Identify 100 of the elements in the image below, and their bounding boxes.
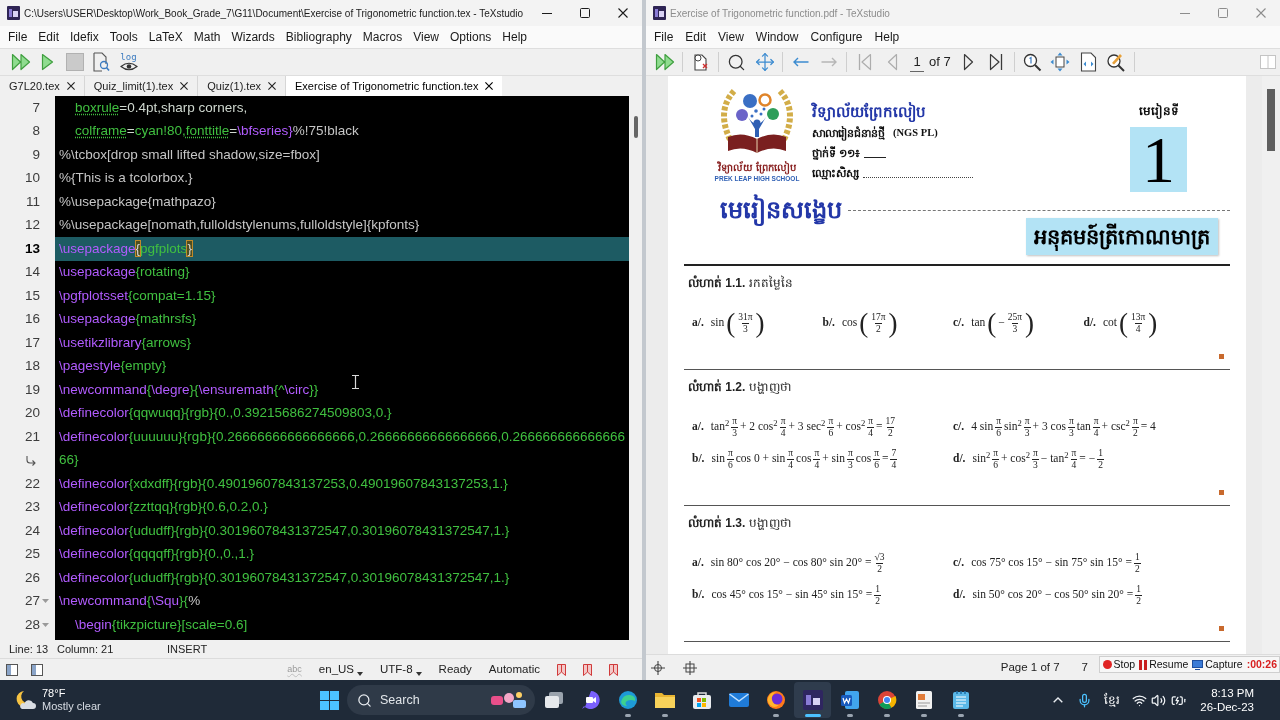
code-line: \begin{tikzpicture}[scale=0.6]	[75, 615, 248, 634]
item-label: c/.	[953, 555, 965, 571]
clock-date[interactable]: 26-Dec-23	[1200, 700, 1254, 714]
code-line: \usepackage{mathrsfs}	[59, 310, 197, 329]
file-tab[interactable]: Exercise of Trigonometric function.tex	[286, 76, 503, 96]
menu-item[interactable]: View	[413, 28, 439, 46]
status-dropdown[interactable]: UTF-8	[380, 660, 422, 679]
menu-item[interactable]: Math	[193, 28, 221, 46]
chevron-up-icon[interactable]	[1053, 697, 1064, 703]
skip-back-icon	[857, 53, 872, 71]
app-icon	[653, 6, 666, 20]
clock-time[interactable]: 8:13 PM	[1211, 686, 1254, 700]
line-number: 17	[24, 333, 40, 352]
menu-item[interactable]: Macros	[362, 28, 403, 46]
lesson-label: មេរៀនទី	[1138, 102, 1179, 121]
speaker-icon[interactable]	[1151, 692, 1167, 708]
bookmark-icon[interactable]	[609, 663, 618, 676]
arrow-left-icon	[792, 57, 809, 67]
line-number: 15	[24, 286, 40, 305]
menu-item[interactable]: File	[654, 28, 674, 46]
capture-recording-button[interactable]: Capture	[1192, 656, 1243, 673]
arrow-right-icon	[820, 57, 837, 67]
menu-item[interactable]: Edit	[685, 28, 707, 46]
menu-item[interactable]: LaTeX	[148, 28, 183, 46]
exercise-heading: លំហាត់ 1.3. បង្ហាញថា	[687, 515, 793, 531]
panel-toggle-icon[interactable]	[6, 663, 18, 676]
menu-item[interactable]: Idefix	[70, 28, 99, 46]
school-name: វិទ្យាល័យព្រែកលៀប	[812, 101, 927, 123]
page-field[interactable]: 1	[910, 51, 924, 73]
cursor-column-label: Column: 21	[57, 641, 115, 657]
monitor-icon	[1192, 659, 1204, 670]
exercise-heading: លំហាត់ 1.2. បង្ហាញថា	[687, 379, 793, 395]
line-number: 27	[24, 592, 40, 611]
menu-item[interactable]: View	[718, 28, 744, 46]
crosshair-icon[interactable]	[650, 659, 666, 676]
close-icon	[268, 82, 277, 90]
item-label: a/.	[692, 419, 704, 435]
log-button[interactable]: log	[116, 50, 141, 74]
menu-item[interactable]: Window	[755, 28, 799, 46]
menu-item[interactable]: Options	[450, 28, 492, 46]
menu-item[interactable]: File	[8, 28, 28, 46]
envelope-icon	[727, 692, 750, 708]
code-line: %{This is a tcolorbox.}	[59, 169, 193, 188]
code-line: \definecolor{qqqqff}{rgb}{0.,0.,1.}	[59, 545, 254, 564]
line-number: 13	[24, 239, 40, 258]
fit-arrows-icon	[1050, 52, 1071, 72]
bookmark-icon[interactable]	[583, 663, 592, 676]
menu-item[interactable]: Help	[874, 28, 900, 46]
stop-recording-button[interactable]: Stop	[1102, 656, 1136, 673]
stop-icon	[65, 53, 84, 71]
menu-item[interactable]: Wizards	[231, 28, 275, 46]
close-icon	[180, 82, 189, 90]
code-line: \usetikzlibrary{arrows}	[59, 333, 192, 352]
microphone-icon[interactable]	[1077, 692, 1093, 708]
wave-circle-icon	[617, 690, 638, 710]
close-icon	[1256, 8, 1266, 18]
window-title: C:\Users\USER\Desktop\Work_Book_Grade_7\G11\Document\Exercise of Trigonometric function.tex - TeXstudio	[24, 6, 524, 21]
line-number: 12	[24, 216, 40, 235]
move-arrows-icon	[754, 52, 775, 72]
crosshair-icon[interactable]	[682, 659, 698, 676]
record-dot-icon	[1102, 660, 1112, 669]
folder-icon	[653, 691, 676, 709]
resume-recording-button[interactable]: Resume	[1139, 656, 1189, 673]
page-fit-icon	[1079, 52, 1097, 72]
code-line: \definecolor{ududff}{rgb}{0.30196078431372547,0.30196078431372547,1.}	[59, 568, 510, 587]
weather-temperature: 78°F	[42, 687, 67, 700]
panel-toggle-icon[interactable]	[31, 663, 43, 676]
taskbar-app-button[interactable]	[794, 682, 831, 718]
zoom-indicator: 7	[1081, 659, 1088, 675]
scrollbar[interactable]	[1262, 76, 1280, 654]
search-field[interactable]: Search	[347, 685, 535, 715]
menu-item[interactable]: Configure	[810, 28, 863, 46]
item-label: b/.	[692, 451, 705, 467]
eye-icon	[119, 62, 138, 71]
code-line: \definecolor{ududff}{rgb}{0.30196078431372547,0.30196078431372547,1.}	[59, 521, 510, 540]
menu-item[interactable]: Help	[502, 28, 528, 46]
status-dropdown[interactable]: en_US	[318, 660, 363, 679]
item-label: b/.	[822, 315, 835, 331]
menu-item[interactable]: Edit	[38, 28, 60, 46]
line-number: 7	[32, 98, 40, 117]
wifi-icon[interactable]	[1132, 692, 1148, 708]
menu-item[interactable]: Bibliography	[285, 28, 352, 46]
cursor-line-label: Line: 13	[9, 641, 50, 657]
close-icon	[66, 82, 75, 90]
code-line: \usepackage{rotating}	[59, 263, 190, 282]
doodle-icon	[489, 690, 529, 710]
bookmark-icon[interactable]	[557, 663, 566, 676]
app-tile-icon	[802, 690, 823, 710]
caret-icon	[357, 672, 363, 677]
program-name: សាលារៀនជំនាន់ថ្មី	[812, 125, 885, 143]
line-number: 25	[24, 545, 40, 564]
input-language[interactable]: ខ្មែរ	[1104, 691, 1121, 709]
shopping-bag-icon	[691, 690, 712, 710]
windows-logo-icon	[319, 690, 339, 710]
search-icon	[727, 52, 746, 72]
code-line: %\tcbox[drop small lifted shadow,size=fbox]	[59, 145, 320, 164]
line-number: 14	[24, 263, 40, 282]
notepad-icon	[951, 690, 970, 710]
menu-item[interactable]: Tools	[109, 28, 138, 46]
minimize-icon	[542, 12, 552, 14]
